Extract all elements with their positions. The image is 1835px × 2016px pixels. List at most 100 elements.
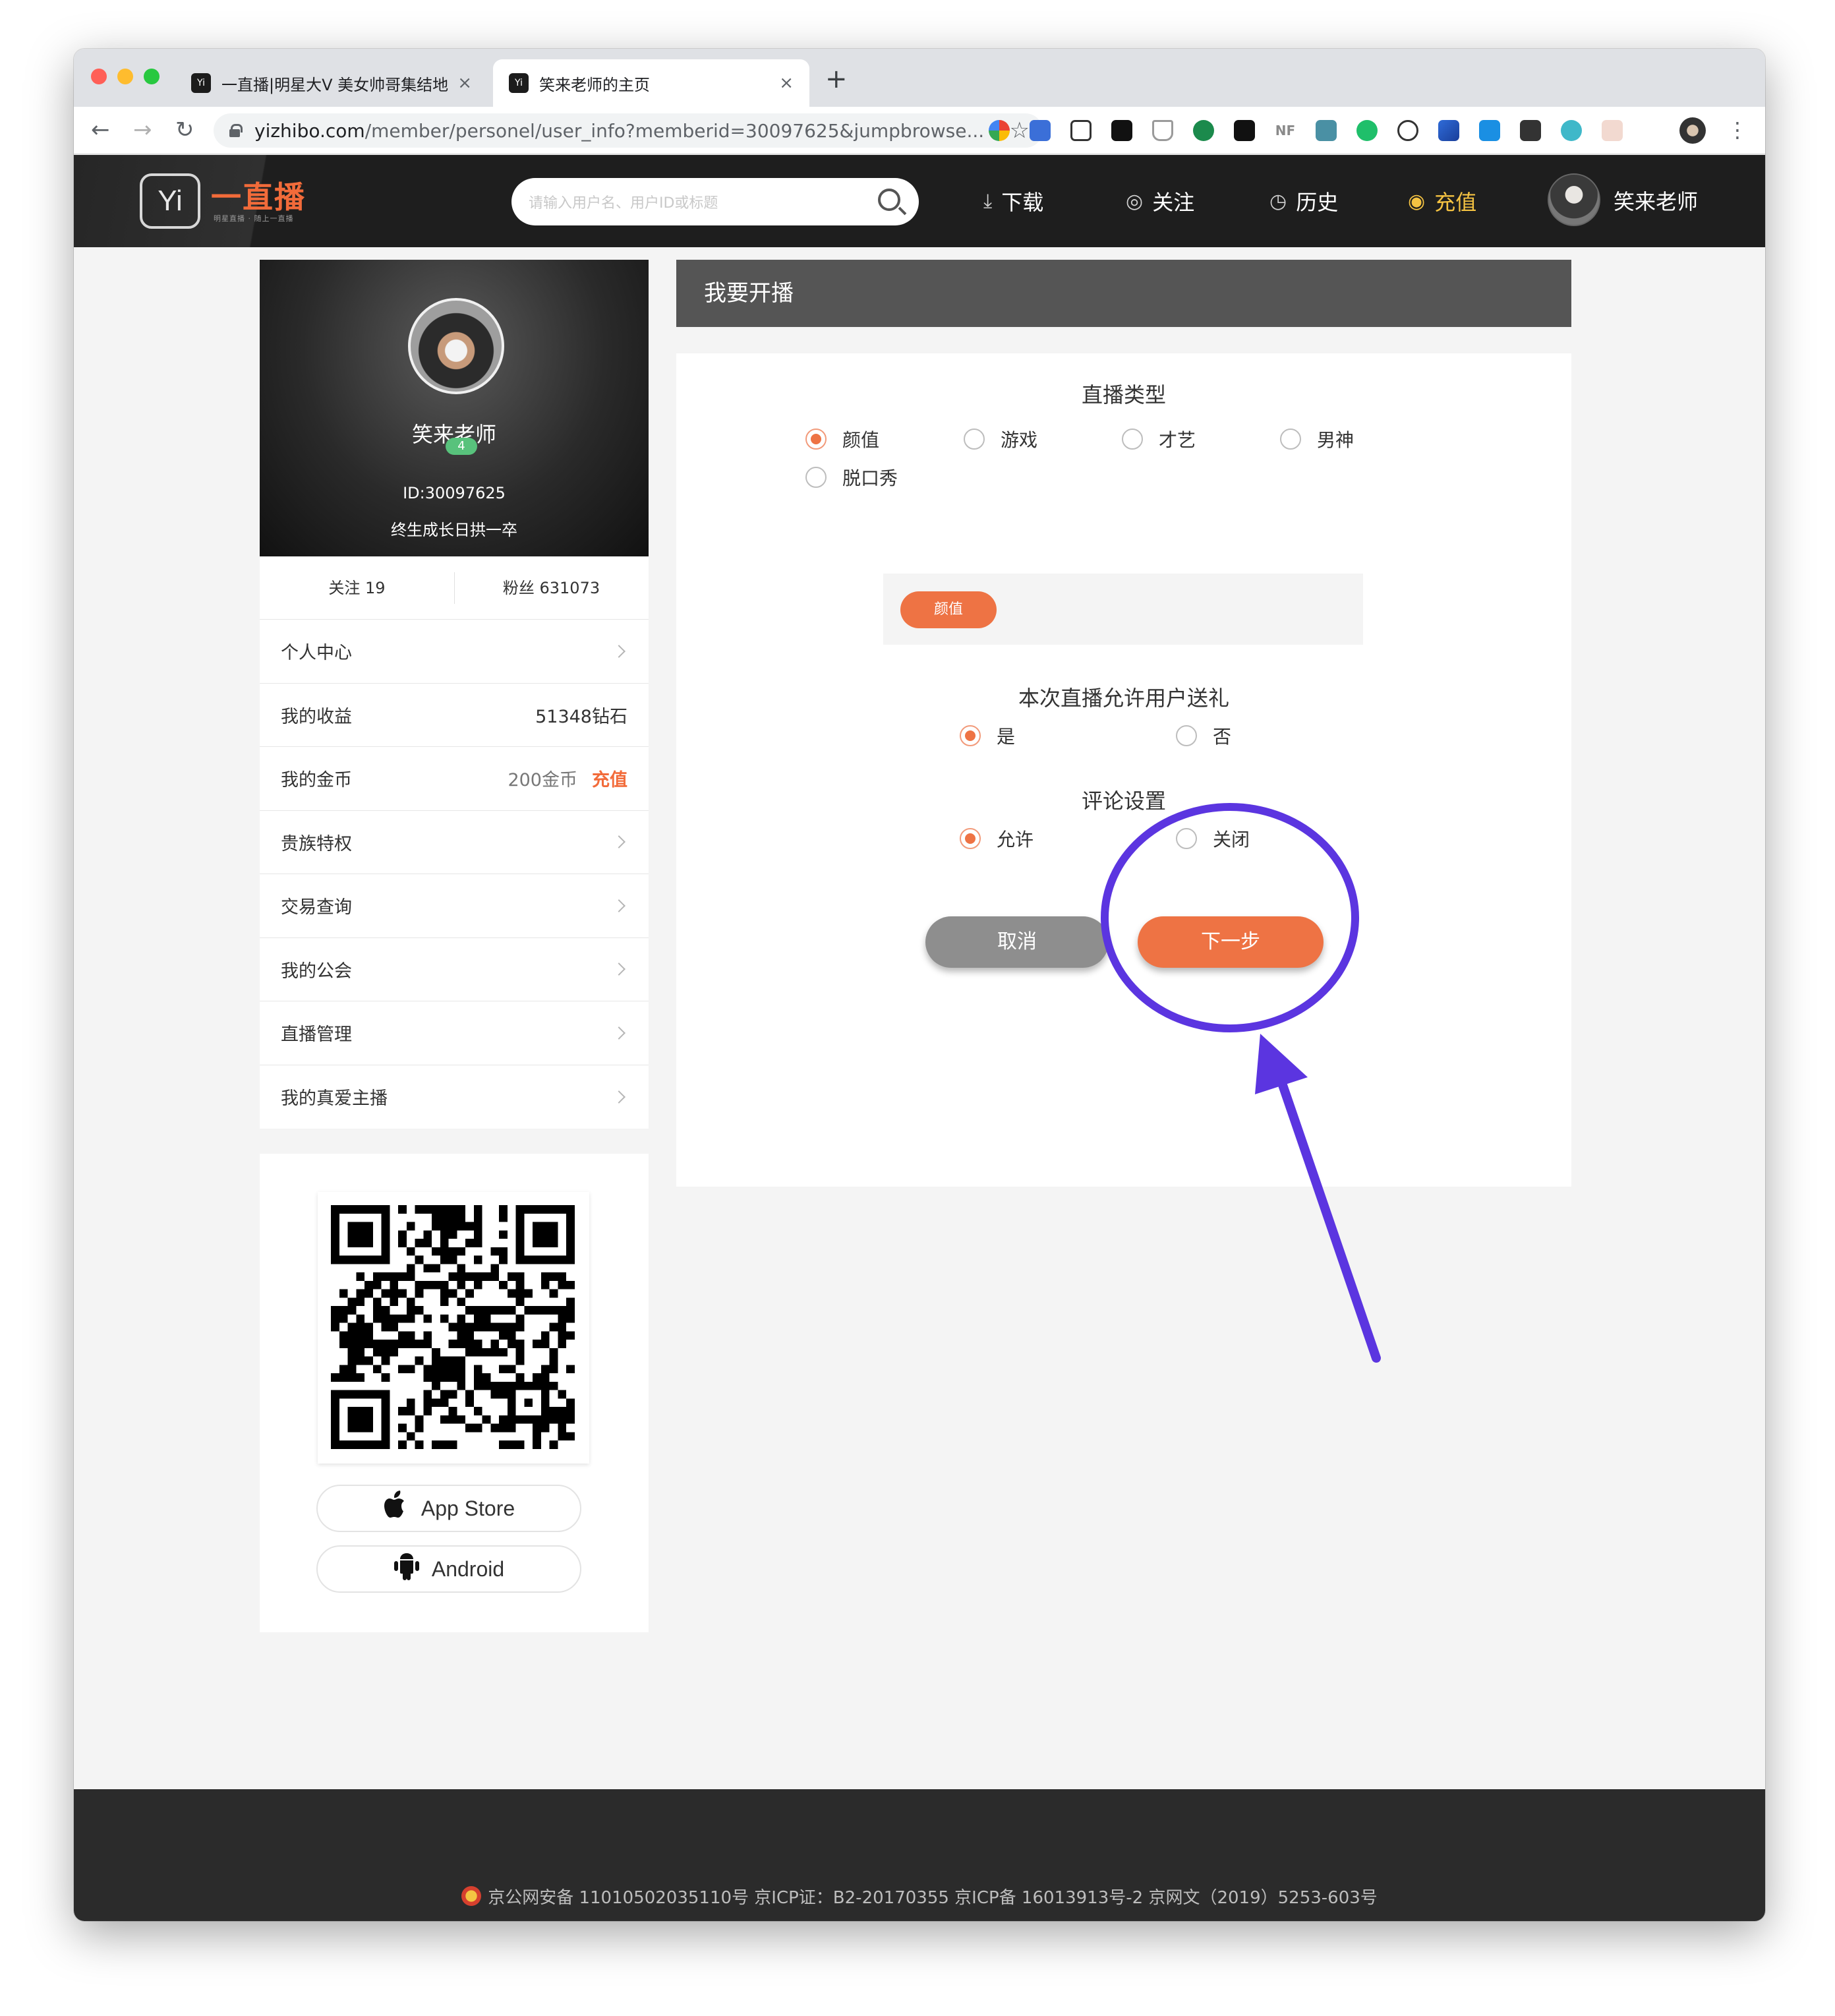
minimize-window-button[interactable] <box>117 69 133 84</box>
radio-type-game[interactable]: 游戏 <box>964 426 1037 452</box>
menu-item-noble[interactable]: 贵族特权 <box>260 811 649 874</box>
zoom-window-button[interactable] <box>144 69 160 84</box>
menu-label: 个人中心 <box>281 643 352 664</box>
menu-item-true-love[interactable]: 我的真爱主播 <box>260 1065 649 1129</box>
onepassword-extension-icon[interactable] <box>1397 120 1418 141</box>
yizhibo-favicon-icon: Yi <box>509 73 529 93</box>
s-extension-icon[interactable] <box>1316 120 1337 141</box>
flag-extension-icon[interactable] <box>1438 120 1459 141</box>
coins-recharge-link[interactable]: 充值 <box>592 765 627 791</box>
menu-label: 我的公会 <box>281 961 352 982</box>
radio-empty-icon <box>805 467 827 488</box>
menu-item-personal-center[interactable]: 个人中心 <box>260 620 649 684</box>
radio-gift-yes[interactable]: 是 <box>960 723 1015 749</box>
nav-download[interactable]: ⤓ 下载 <box>983 185 1043 217</box>
next-step-button[interactable]: 下一步 <box>1138 916 1324 968</box>
android-button[interactable]: Android <box>316 1545 581 1593</box>
yizhibo-favicon-icon: Yi <box>191 73 211 93</box>
search-placeholder: 请输入用户名、用户ID或标题 <box>529 195 718 212</box>
earnings-value: 51348钻石 <box>535 706 627 727</box>
radio-empty-icon <box>1280 429 1301 450</box>
logo-text[interactable]: 一直播 <box>211 173 306 217</box>
clock-icon: ◷ <box>1269 189 1287 213</box>
reload-button[interactable]: ↻ <box>175 116 194 144</box>
k-extension-icon[interactable] <box>1193 120 1214 141</box>
following-count[interactable]: 关注 19 <box>260 556 454 620</box>
chrome-extension-icon[interactable] <box>989 120 1010 141</box>
radio-selected-icon <box>960 828 981 849</box>
footer-legal-text: 京公网安备 11010502035110号 京ICP证：B2-20170355 … <box>488 1888 1378 1908</box>
menu-item-live-manage[interactable]: 直播管理 <box>260 1001 649 1065</box>
tab-strip: Yi 一直播|明星大V 美女帅哥集结地 × Yi 笑来老师的主页 × + <box>74 49 1765 107</box>
extension-person-icon[interactable] <box>1030 120 1051 141</box>
close-tab-icon[interactable]: × <box>779 73 794 93</box>
header-username[interactable]: 笑来老师 <box>1614 185 1698 216</box>
radio-label: 关闭 <box>1213 829 1250 850</box>
logo-tagline: 明星直播 · 随上一直播 <box>214 214 294 223</box>
radio-comment-allow[interactable]: 允许 <box>960 825 1034 852</box>
back-button[interactable]: ← <box>91 116 110 144</box>
nav-recharge[interactable]: ◉ 充值 <box>1408 185 1476 217</box>
se-extension-icon[interactable] <box>1520 120 1541 141</box>
radio-type-male-god[interactable]: 男神 <box>1280 426 1354 452</box>
browser-window: Yi 一直播|明星大V 美女帅哥集结地 × Yi 笑来老师的主页 × + ← →… <box>74 49 1765 1921</box>
profile-avatar-icon[interactable] <box>1679 117 1706 144</box>
qr-code-image <box>331 1205 575 1449</box>
radio-empty-icon <box>964 429 985 450</box>
profile-signature: 终生成长日拱一卒 <box>391 521 517 539</box>
address-bar[interactable]: yizhibo.com/member/personel/user_info?me… <box>214 113 1043 148</box>
bookmark-star-icon[interactable]: ☆ <box>1010 117 1030 144</box>
tab-yizhibo-home[interactable]: Yi 一直播|明星大V 美女帅哥集结地 × <box>175 59 488 107</box>
menu-item-guild[interactable]: 我的公会 <box>260 938 649 1001</box>
app-store-button[interactable]: App Store <box>316 1485 581 1532</box>
logo-icon[interactable]: Yi <box>140 173 200 229</box>
screenshot-extension-icon[interactable] <box>1070 120 1092 141</box>
fans-count[interactable]: 粉丝 631073 <box>454 556 649 620</box>
nf-extension-icon[interactable]: NF <box>1275 120 1296 141</box>
start-live-form: 直播类型 颜值 游戏 才艺 男神 脱口秀 颜值 本次直播允许用户送礼 是 否 评… <box>676 353 1571 1187</box>
menu-label: 贵族特权 <box>281 833 352 854</box>
coins-value: 200金币 <box>508 770 577 791</box>
menu-item-transactions[interactable]: 交易查询 <box>260 874 649 938</box>
radio-comment-close[interactable]: 关闭 <box>1176 825 1250 852</box>
grammarly-extension-icon[interactable] <box>1356 120 1378 141</box>
close-tab-icon[interactable]: × <box>457 73 472 93</box>
cancel-button[interactable]: 取消 <box>925 916 1109 968</box>
search-icon[interactable] <box>878 189 900 211</box>
download-icon: ⤓ <box>983 189 993 213</box>
u-extension-icon[interactable] <box>1479 120 1500 141</box>
radio-gift-no[interactable]: 否 <box>1176 723 1231 749</box>
nav-history[interactable]: ◷ 历史 <box>1269 185 1338 217</box>
close-window-button[interactable] <box>91 69 107 84</box>
radio-type-talent[interactable]: 才艺 <box>1122 426 1196 452</box>
gift-setting-title: 本次直播允许用户送礼 <box>1018 686 1229 711</box>
bird-extension-icon[interactable] <box>1602 120 1623 141</box>
radio-label: 游戏 <box>1001 429 1038 451</box>
radio-selected-icon <box>960 725 981 746</box>
selected-type-tag[interactable]: 颜值 <box>900 591 997 628</box>
site-search-input[interactable]: 请输入用户名、用户ID或标题 <box>511 178 919 225</box>
user-avatar[interactable] <box>1548 173 1600 226</box>
glasses-extension-icon[interactable] <box>1234 120 1255 141</box>
chevron-right-icon <box>612 835 626 849</box>
radio-empty-icon <box>1176 725 1197 746</box>
browser-menu-icon[interactable]: ⋮ <box>1727 116 1748 144</box>
nav-recharge-label: 充值 <box>1434 190 1477 215</box>
forward-button[interactable]: → <box>133 116 152 144</box>
shield-extension-icon[interactable] <box>1152 120 1173 141</box>
new-tab-button[interactable]: + <box>825 66 848 92</box>
nav-history-label: 历史 <box>1296 190 1339 215</box>
lock-icon <box>229 124 243 137</box>
url-host: yizhibo.com <box>254 119 365 142</box>
download-card: App Store Android <box>260 1154 649 1632</box>
radio-type-talk-show[interactable]: 脱口秀 <box>805 464 898 490</box>
nav-follow[interactable]: ◎ 关注 <box>1126 185 1194 217</box>
c-extension-icon[interactable] <box>1561 120 1582 141</box>
menu-item-earnings[interactable]: 我的收益 51348钻石 <box>260 684 649 747</box>
police-badge-icon <box>461 1886 482 1906</box>
b-extension-icon[interactable] <box>1111 120 1132 141</box>
menu-item-coins[interactable]: 我的金币 200金币 充值 <box>260 747 649 811</box>
tab-user-home[interactable]: Yi 笑来老师的主页 × <box>493 59 809 107</box>
radio-type-looks[interactable]: 颜值 <box>805 426 879 452</box>
coin-icon: ◉ <box>1408 189 1426 213</box>
